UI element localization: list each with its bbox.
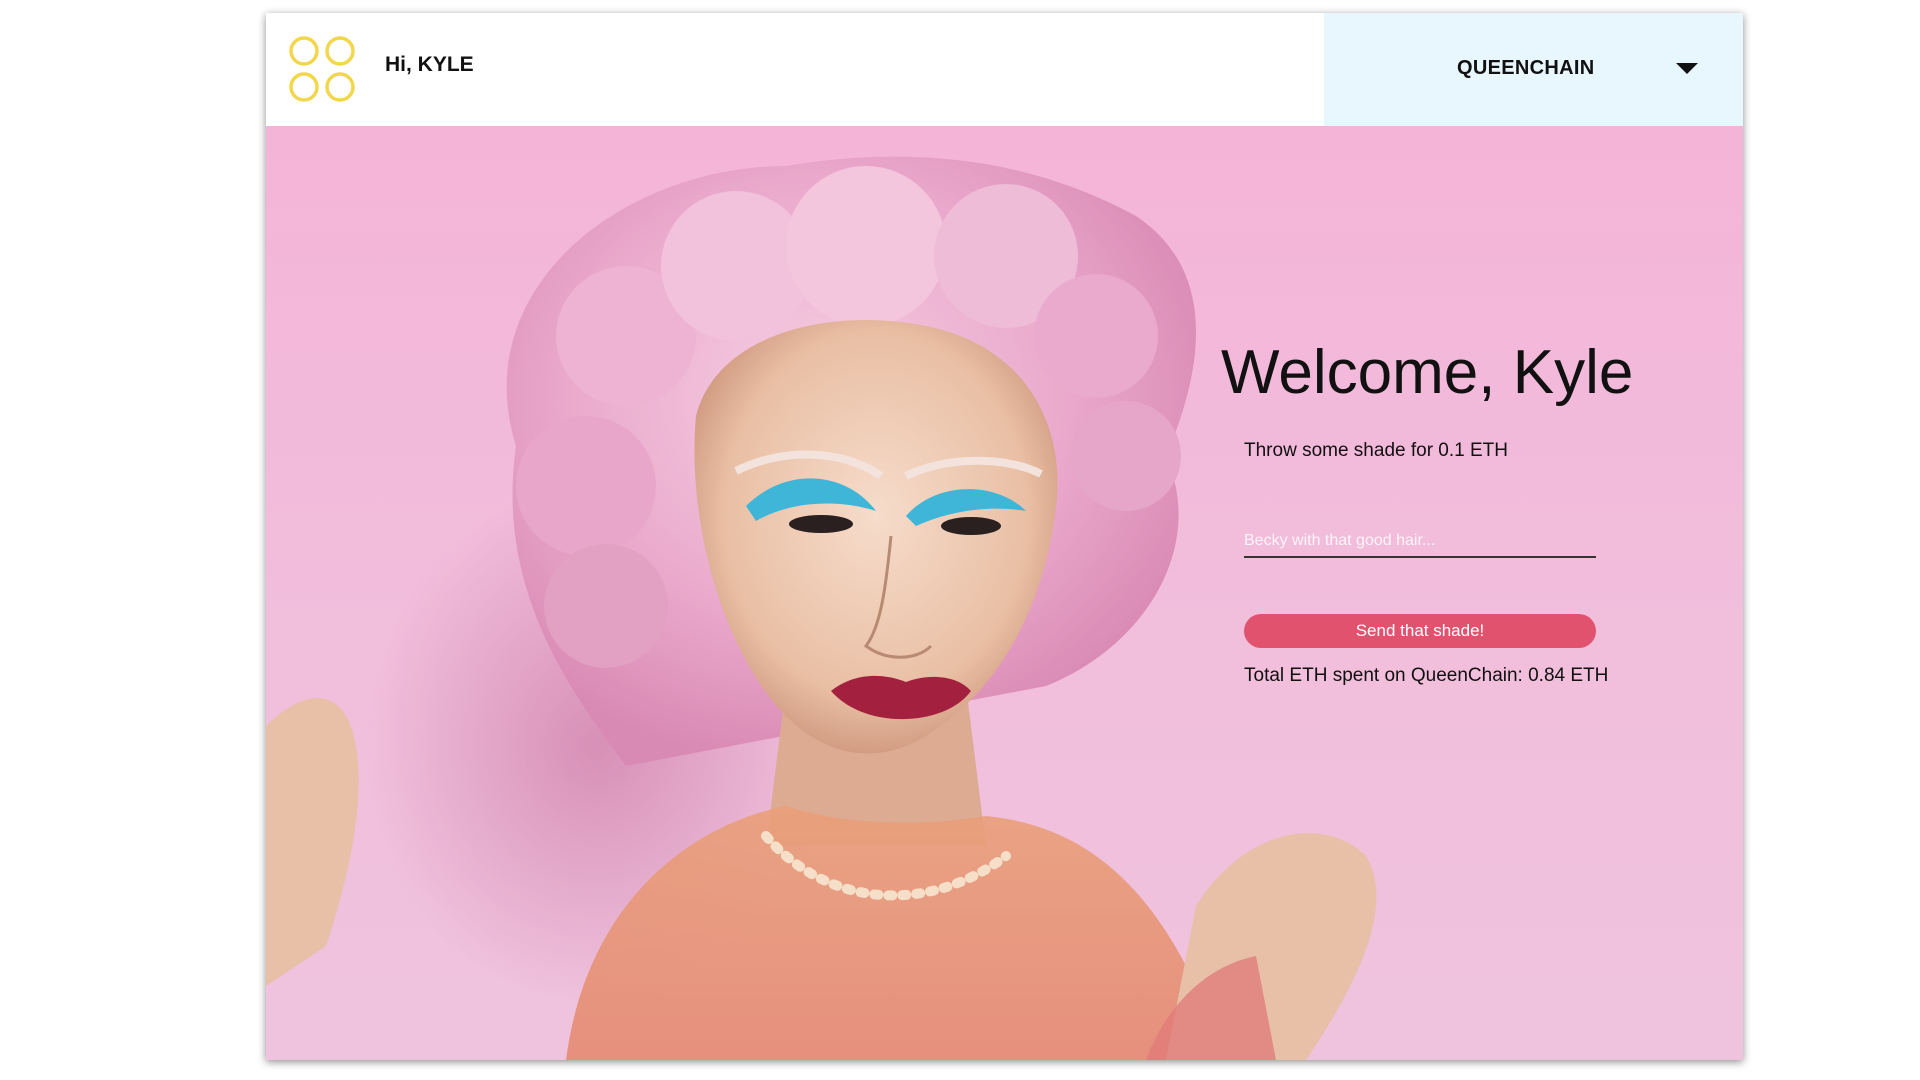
hero-portrait-image [266,156,1377,1060]
user-greeting: Hi, KYLE [385,53,474,76]
shade-price-text: Throw some shade for 0.1 ETH [1244,440,1508,461]
total-eth-spent-text: Total ETH spent on QueenChain: 0.84 ETH [1244,665,1609,686]
top-header: Hi, KYLE QUEENCHAIN [266,13,1743,126]
send-shade-button[interactable]: Send that shade! [1244,614,1596,648]
shade-message-input[interactable] [1244,526,1596,558]
chevron-down-icon [1676,63,1698,74]
welcome-title: Welcome, Kyle [1221,338,1634,407]
hero-section: Welcome, Kyle Throw some shade for 0.1 E… [266,126,1743,1060]
network-label: QUEENCHAIN [1457,57,1595,79]
network-dropdown[interactable]: QUEENCHAIN [1324,13,1743,126]
app-window: Hi, KYLE QUEENCHAIN Welcome, Kyle Throw … [266,13,1743,1060]
four-rings-logo-icon[interactable] [288,35,356,103]
